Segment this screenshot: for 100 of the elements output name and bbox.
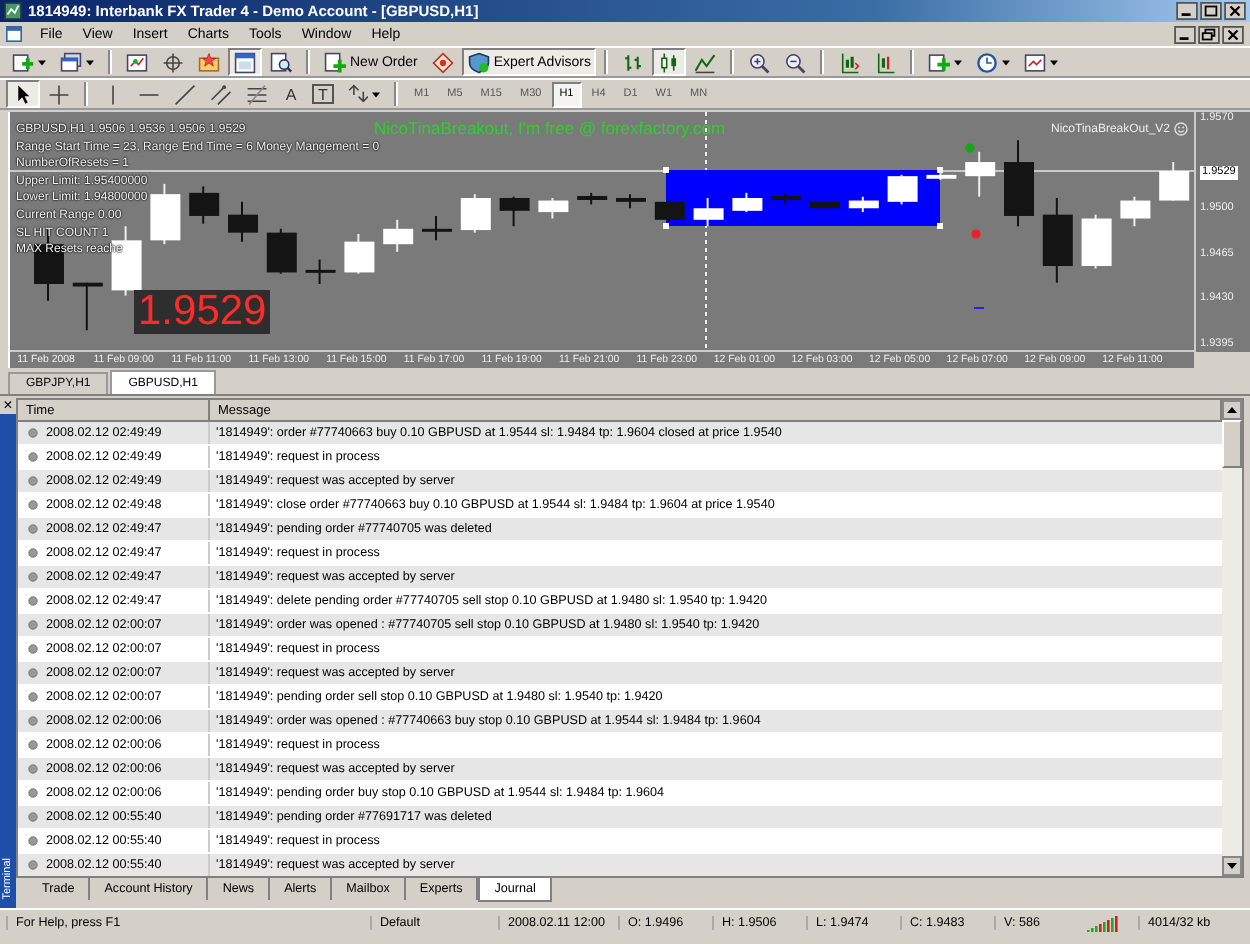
- candle: [266, 227, 297, 275]
- log-dot-icon: [28, 524, 38, 534]
- log-dot-icon: [28, 428, 38, 438]
- candle: [383, 218, 414, 253]
- buy-marker-dot: [965, 143, 975, 153]
- log-dot-icon: [28, 788, 38, 798]
- diamond-icon: [431, 51, 454, 73]
- app-icon: [4, 2, 22, 20]
- chart-plus-icon: [928, 51, 951, 73]
- zoom-in-icon: [748, 51, 771, 73]
- shift-chart-icon: [874, 51, 897, 73]
- connection-bars-icon: [1086, 915, 1122, 931]
- log-dot-icon: [28, 452, 38, 462]
- candle: [189, 185, 220, 225]
- sell-marker-dot: [971, 229, 981, 239]
- candle: [654, 199, 685, 224]
- candle: [499, 195, 530, 228]
- chart-window-icon: [126, 51, 148, 73]
- candle: [150, 182, 181, 246]
- crosshair-icon: [162, 51, 184, 73]
- scrollbar-thumb[interactable]: [1222, 420, 1242, 468]
- chart-window-icon[interactable]: [6, 26, 22, 42]
- log-dot-icon: [28, 860, 38, 870]
- caret-icon: [38, 59, 46, 65]
- log-dot-icon: [28, 836, 38, 846]
- zoom-out-icon: [784, 51, 807, 73]
- candle: [538, 197, 569, 220]
- toolbar-button[interactable]: [652, 48, 687, 76]
- maximize-icon[interactable]: [1200, 2, 1222, 20]
- fibonacci-icon: [246, 83, 268, 105]
- caret-icon: [372, 91, 380, 97]
- log-dot-icon: [28, 668, 38, 678]
- candle: [1081, 213, 1112, 270]
- log-dot-icon: [28, 548, 38, 558]
- smiley-icon: [1174, 122, 1188, 136]
- candle: [732, 191, 763, 214]
- log-dot-icon: [28, 572, 38, 582]
- candle: [887, 173, 918, 206]
- level-dash: [973, 307, 985, 309]
- candle: [577, 191, 608, 206]
- log-dot-icon: [28, 764, 38, 774]
- log-dot-icon: [28, 716, 38, 726]
- minimize-icon[interactable]: [1174, 25, 1196, 43]
- log-dot-icon: [28, 644, 38, 654]
- shield-icon: [467, 51, 490, 73]
- trend-line-icon: [174, 83, 196, 105]
- template-icon: [1024, 51, 1047, 73]
- line-chart-icon: [694, 51, 717, 73]
- candle: [344, 232, 375, 275]
- terminal-close[interactable]: ×: [3, 398, 13, 414]
- candle: [848, 195, 879, 214]
- text-label-tool[interactable]: T: [308, 80, 338, 108]
- candle: [693, 197, 724, 228]
- vertical-scrollbar[interactable]: [1222, 400, 1242, 876]
- caret-icon: [86, 59, 94, 65]
- arrow-marks-icon: [346, 83, 368, 105]
- log-dot-icon: [28, 812, 38, 822]
- chart-comment-text: NicoTinaBreakout, I'm free @ forexfactory.com: [374, 118, 726, 138]
- toolbar-button[interactable]: [228, 48, 262, 76]
- channel-icon: [210, 83, 232, 105]
- restore-icon[interactable]: [1198, 25, 1220, 43]
- log-dot-icon: [28, 500, 38, 510]
- document-plus-icon: [324, 51, 346, 73]
- candle: [1120, 195, 1151, 228]
- log-dot-icon: [28, 692, 38, 702]
- candle: [926, 168, 957, 181]
- drawing-tool-button[interactable]: [6, 80, 40, 108]
- candle: [72, 281, 103, 332]
- candle: [1004, 139, 1034, 228]
- bar-chart-icon: [622, 51, 645, 73]
- candle: [228, 200, 258, 243]
- minimize-icon[interactable]: [1176, 2, 1198, 20]
- caret-icon: [954, 59, 963, 65]
- star-folder-icon: [198, 51, 220, 73]
- scroll-down-icon[interactable]: [1222, 856, 1242, 876]
- window-stack-icon: [60, 51, 82, 73]
- candle: [422, 214, 452, 242]
- caret-icon: [1002, 59, 1011, 65]
- cursor-icon: [12, 83, 34, 105]
- candlestick-icon: [658, 51, 681, 73]
- candle: [810, 200, 840, 210]
- log-dot-icon: [28, 620, 38, 630]
- candle: [1042, 197, 1073, 284]
- magnifier-document-icon: [270, 51, 292, 73]
- document-plus-icon: [12, 51, 34, 73]
- candle: [460, 193, 491, 234]
- close-icon[interactable]: [1222, 25, 1244, 43]
- crosshair-icon: [48, 83, 70, 105]
- candle: [771, 191, 802, 206]
- candle: [616, 193, 646, 210]
- close-icon[interactable]: [1224, 2, 1246, 20]
- panel-icon: [234, 51, 256, 73]
- scroll-chart-icon: [838, 51, 861, 73]
- scroll-up-icon[interactable]: [1222, 400, 1242, 420]
- log-dot-icon: [28, 596, 38, 606]
- candle: [305, 258, 336, 285]
- current-price: 1.9529: [134, 290, 271, 334]
- text-tool[interactable]: A: [276, 80, 306, 108]
- log-dot-icon: [28, 476, 38, 486]
- clock-icon: [976, 51, 999, 73]
